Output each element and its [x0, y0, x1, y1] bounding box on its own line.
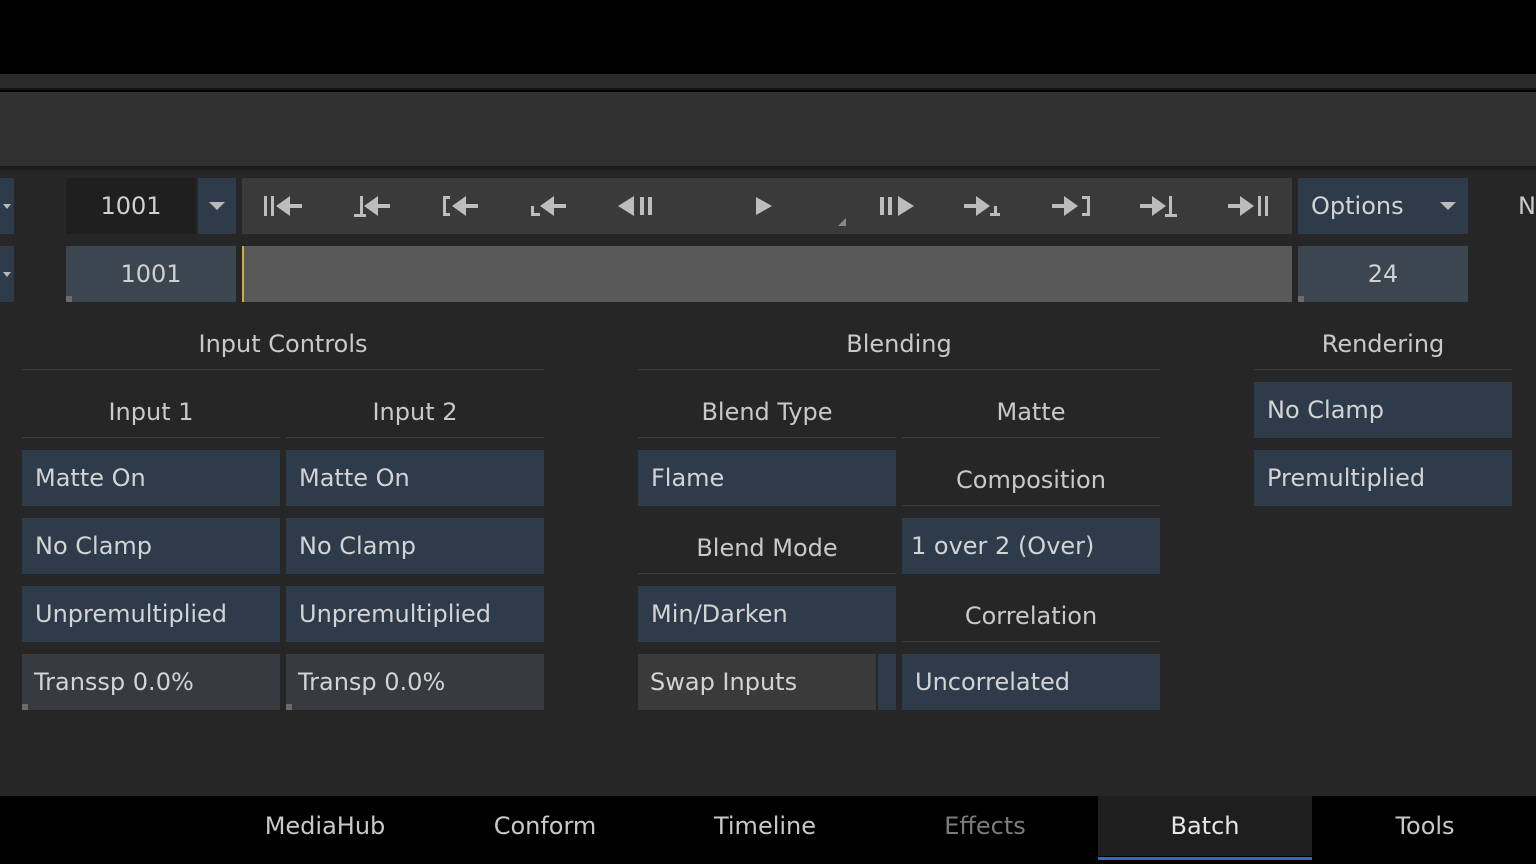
- input1-premult-button[interactable]: Unpremultiplied: [22, 586, 280, 642]
- blending-underline: [638, 369, 1160, 370]
- input2-transparency-tick: [286, 704, 292, 710]
- out-point-icon: [1052, 196, 1090, 216]
- blend-type-button[interactable]: Flame: [638, 450, 896, 506]
- goto-start-button[interactable]: [252, 178, 316, 234]
- top-black-bar: [0, 0, 1536, 74]
- fps-slider-tick: [1298, 296, 1304, 302]
- tab-tools[interactable]: Tools: [1318, 796, 1532, 856]
- play-icon: [756, 197, 772, 215]
- start-frame-field[interactable]: 1001: [66, 246, 236, 302]
- goto-start-icon: [264, 196, 302, 216]
- step-forward-button[interactable]: [862, 178, 926, 234]
- tab-effects[interactable]: Effects: [878, 796, 1092, 856]
- correlation-underline: [902, 641, 1160, 642]
- next-keyframe-button[interactable]: [1128, 178, 1192, 234]
- options-button[interactable]: Options: [1298, 178, 1428, 234]
- rendering-title: Rendering: [1321, 330, 1445, 358]
- chevron-down-icon: [209, 202, 225, 210]
- composition-button[interactable]: 1 over 2 (Over): [902, 518, 1160, 574]
- chevron-down-icon: [1440, 202, 1456, 210]
- goto-end-button[interactable]: [1216, 178, 1280, 234]
- correlation-label: Correlation: [964, 602, 1098, 630]
- tab-conform[interactable]: Conform: [438, 796, 652, 856]
- transport-controls: [242, 178, 1292, 234]
- options-dropdown[interactable]: [1428, 178, 1468, 234]
- timeline-scrub-bar[interactable]: [242, 246, 1292, 302]
- input1-transparency-slider[interactable]: Transsp 0.0%: [22, 654, 280, 710]
- step-back-button[interactable]: [606, 178, 670, 234]
- blend-mode-underline: [638, 573, 896, 574]
- goto-in-point-button[interactable]: [430, 178, 494, 234]
- input1-underline: [22, 437, 280, 438]
- in-point-icon: [443, 196, 478, 216]
- workspace-tabs: MediaHub Conform Timeline Effects Batch …: [0, 796, 1536, 864]
- input-controls-title: Input Controls: [198, 330, 368, 358]
- prev-edit-button[interactable]: [518, 178, 582, 234]
- input1-matte-button[interactable]: Matte On: [22, 450, 280, 506]
- blend-node-editor: 1001 1001 Options N 24 Input Controls In…: [0, 170, 1536, 796]
- rendering-underline: [1254, 369, 1512, 370]
- viewer-area: [0, 92, 1536, 166]
- goto-end-icon: [1228, 196, 1268, 216]
- input2-matte-button[interactable]: Matte On: [286, 450, 544, 506]
- playhead[interactable]: [242, 246, 244, 302]
- input1-clamp-button[interactable]: No Clamp: [22, 518, 280, 574]
- blend-type-underline: [638, 437, 896, 438]
- viewer-header-strip: [0, 74, 1536, 90]
- tab-timeline[interactable]: Timeline: [658, 796, 872, 856]
- composition-underline: [902, 505, 1160, 506]
- play-button[interactable]: [732, 178, 796, 234]
- rendering-clamp-button[interactable]: No Clamp: [1254, 382, 1512, 438]
- blend-mode-label: Blend Mode: [696, 534, 838, 562]
- tab-batch-label: Batch: [1170, 812, 1240, 840]
- start-frame-slider-tick: [66, 296, 72, 302]
- prev-keyframe-icon: [354, 196, 390, 217]
- input2-clamp-button[interactable]: No Clamp: [286, 518, 544, 574]
- tab-mediahub[interactable]: MediaHub: [218, 796, 432, 856]
- swap-inputs-button[interactable]: Swap Inputs: [638, 654, 876, 710]
- next-edit-button[interactable]: [952, 178, 1016, 234]
- active-tab-underline: [1098, 857, 1312, 860]
- current-frame-dropdown[interactable]: [198, 178, 236, 234]
- prev-edit-icon: [531, 196, 566, 216]
- rendering-premult-button[interactable]: Premultiplied: [1254, 450, 1512, 506]
- play-options-corner: [838, 218, 846, 226]
- blending-title: Blending: [846, 330, 952, 358]
- input1-transparency-tick: [22, 704, 28, 710]
- input2-transparency-slider[interactable]: Transp 0.0%: [286, 654, 544, 710]
- fps-field[interactable]: 24: [1298, 246, 1468, 302]
- swap-inputs-indicator: [878, 654, 896, 710]
- input2-premult-button[interactable]: Unpremultiplied: [286, 586, 544, 642]
- tab-batch[interactable]: Batch: [1098, 796, 1312, 860]
- input1-title: Input 1: [108, 398, 194, 426]
- input2-underline: [286, 437, 544, 438]
- input-controls-underline: [22, 369, 544, 370]
- input2-title: Input 2: [372, 398, 458, 426]
- goto-out-point-button[interactable]: [1040, 178, 1104, 234]
- blend-type-label: Blend Type: [701, 398, 833, 426]
- next-keyframe-icon: [1140, 196, 1177, 217]
- current-frame-field[interactable]: 1001: [66, 178, 196, 234]
- blend-mode-button[interactable]: Min/Darken: [638, 586, 896, 642]
- correlation-button[interactable]: Uncorrelated: [902, 654, 1160, 710]
- matte-label: Matte: [996, 398, 1066, 426]
- next-edit-icon: [964, 196, 1000, 216]
- prev-keyframe-button[interactable]: [342, 178, 406, 234]
- matte-underline: [902, 437, 1160, 438]
- cut-off-label: N: [1518, 192, 1536, 220]
- left-dropdown-arrow-2[interactable]: [0, 246, 14, 302]
- composition-label: Composition: [956, 466, 1106, 494]
- step-forward-icon: [880, 196, 914, 216]
- left-dropdown-arrow-1[interactable]: [0, 178, 14, 234]
- step-back-icon: [618, 196, 652, 216]
